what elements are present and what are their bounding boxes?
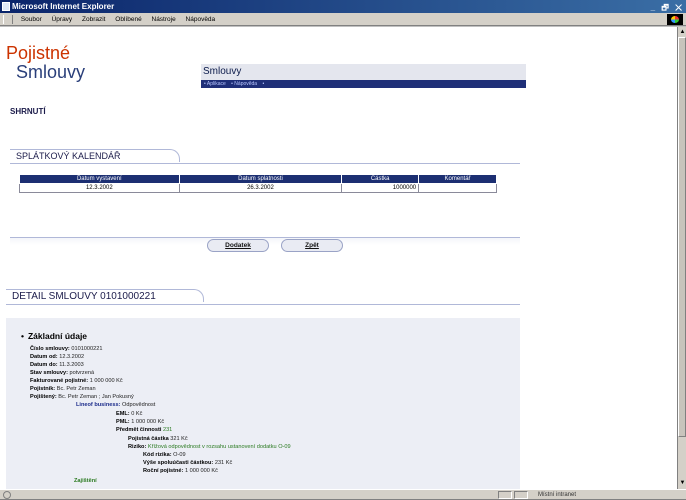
vertical-scrollbar[interactable]: ▲ ▼ — [677, 27, 686, 489]
table-row: 12.3.2002 26.3.2002 1000000 — [19, 183, 497, 193]
menu-nastroje[interactable]: Nástroje — [148, 13, 180, 26]
summary-heading: SHRNUTÍ — [10, 107, 46, 116]
field-pml: PML: 1 000 000 Kč — [116, 419, 165, 425]
menu-bar: Soubor Úpravy Zobrazit Oblíbené Nástroje… — [0, 13, 686, 26]
field-risk: Riziko: Křížová odpovědnost v rozsahu us… — [128, 444, 291, 450]
cell-comment — [418, 183, 497, 193]
cell-issue-date: 12.3.2002 — [19, 183, 180, 193]
reinsurance-link[interactable]: Zajištění — [74, 478, 97, 484]
scroll-down-icon[interactable]: ▼ — [679, 479, 686, 487]
field-eml: EML: 0 Kč — [116, 411, 143, 417]
field-date-to: Datum do: 11.3.2003 — [30, 362, 84, 368]
cell-amount: 1000000 — [341, 183, 420, 193]
window-title: Microsoft Internet Explorer — [12, 2, 115, 11]
field-activity-subject: Předmět činnosti 231 — [116, 427, 173, 433]
menu-zobrazit[interactable]: Zobrazit — [78, 13, 109, 26]
field-insured: Pojištený: Bc. Petr Zeman ; Jan Pokusný — [30, 394, 134, 400]
logo-line2: Smlouvy — [16, 62, 86, 82]
title-bar: Microsoft Internet Explorer _ 🗗 ✕ — [0, 0, 686, 13]
field-policyholder: Pojistník: Bc. Petr Zeman — [30, 386, 96, 392]
field-risk-code: Kód rizika: O-09 — [143, 452, 186, 458]
field-invoiced-premium: Fakturované pojistné: 1 000 000 Kč — [30, 378, 123, 384]
menu-oblibene[interactable]: Oblíbené — [111, 13, 145, 26]
field-date-from: Datum od: 12.3.2002 — [30, 354, 85, 360]
field-contract-number: Číslo smlouvy: 0101000221 — [30, 346, 103, 352]
col-comment: Komentář — [418, 174, 497, 184]
scroll-up-icon[interactable]: ▲ — [679, 28, 686, 36]
status-cell — [498, 491, 512, 499]
status-bar: Místní intranet — [0, 489, 686, 499]
calendar-heading: SPLÁTKOVÝ KALENDÁŘ — [10, 149, 180, 162]
contract-detail-panel: Základní údaje Číslo smlouvy: 0101000221… — [6, 318, 520, 489]
field-deductible: Výše spoluúčasti částkou: 231 Kč — [143, 460, 233, 466]
ie-app-icon — [2, 2, 10, 11]
field-contract-state: Stav smlouvy: potvrzená — [30, 370, 95, 376]
divider — [6, 304, 520, 305]
logo-line1: Pojistné — [6, 43, 71, 63]
windows-logo-icon — [667, 14, 683, 25]
app-logo: Pojistné Smlouvy — [6, 44, 85, 82]
app-nav: • Aplikace • Nápověda • — [201, 80, 526, 88]
menu-soubor[interactable]: Soubor — [17, 13, 46, 26]
field-line-of-business: Lineof business: Odpovědnost — [76, 402, 156, 408]
page-viewport: Pojistné Smlouvy Smlouvy • Aplikace • Ná… — [0, 27, 677, 489]
page-status-icon — [3, 491, 11, 499]
menu-napoveda[interactable]: Nápověda — [182, 13, 220, 26]
status-cell — [514, 491, 528, 499]
contract-detail-heading: DETAIL SMLOUVY 0101000221 — [6, 289, 204, 302]
installment-table: Datum vystavení Datum splatnosti Částka … — [19, 174, 497, 193]
cell-due-date: 26.3.2002 — [178, 183, 343, 193]
col-issue-date: Datum vystavení — [19, 174, 180, 184]
toolbar-grip[interactable] — [3, 15, 13, 24]
basic-info-title: Základní údaje — [21, 331, 87, 341]
field-sum-insured: Pojistná částka 321 Kč — [128, 436, 188, 442]
dodatek-button[interactable]: Dodatek — [207, 239, 269, 252]
nav-napoveda[interactable]: • Nápověda — [231, 81, 257, 87]
nav-aplikace[interactable]: • Aplikace — [204, 81, 226, 87]
browser-window: Microsoft Internet Explorer _ 🗗 ✕ Soubor… — [0, 0, 686, 499]
table-header-row: Datum vystavení Datum splatnosti Částka … — [19, 174, 497, 184]
col-amount: Částka — [341, 174, 420, 184]
field-annual-premium: Roční pojistné: 1 000 000 Kč — [143, 468, 218, 474]
back-button[interactable]: Zpět — [281, 239, 343, 252]
app-title: Smlouvy — [201, 64, 526, 80]
divider — [10, 163, 520, 164]
nav-bullet: • — [262, 81, 265, 87]
scroll-thumb[interactable] — [678, 37, 686, 437]
menu-upravy[interactable]: Úpravy — [48, 13, 77, 26]
col-due-date: Datum splatnosti — [178, 174, 343, 184]
